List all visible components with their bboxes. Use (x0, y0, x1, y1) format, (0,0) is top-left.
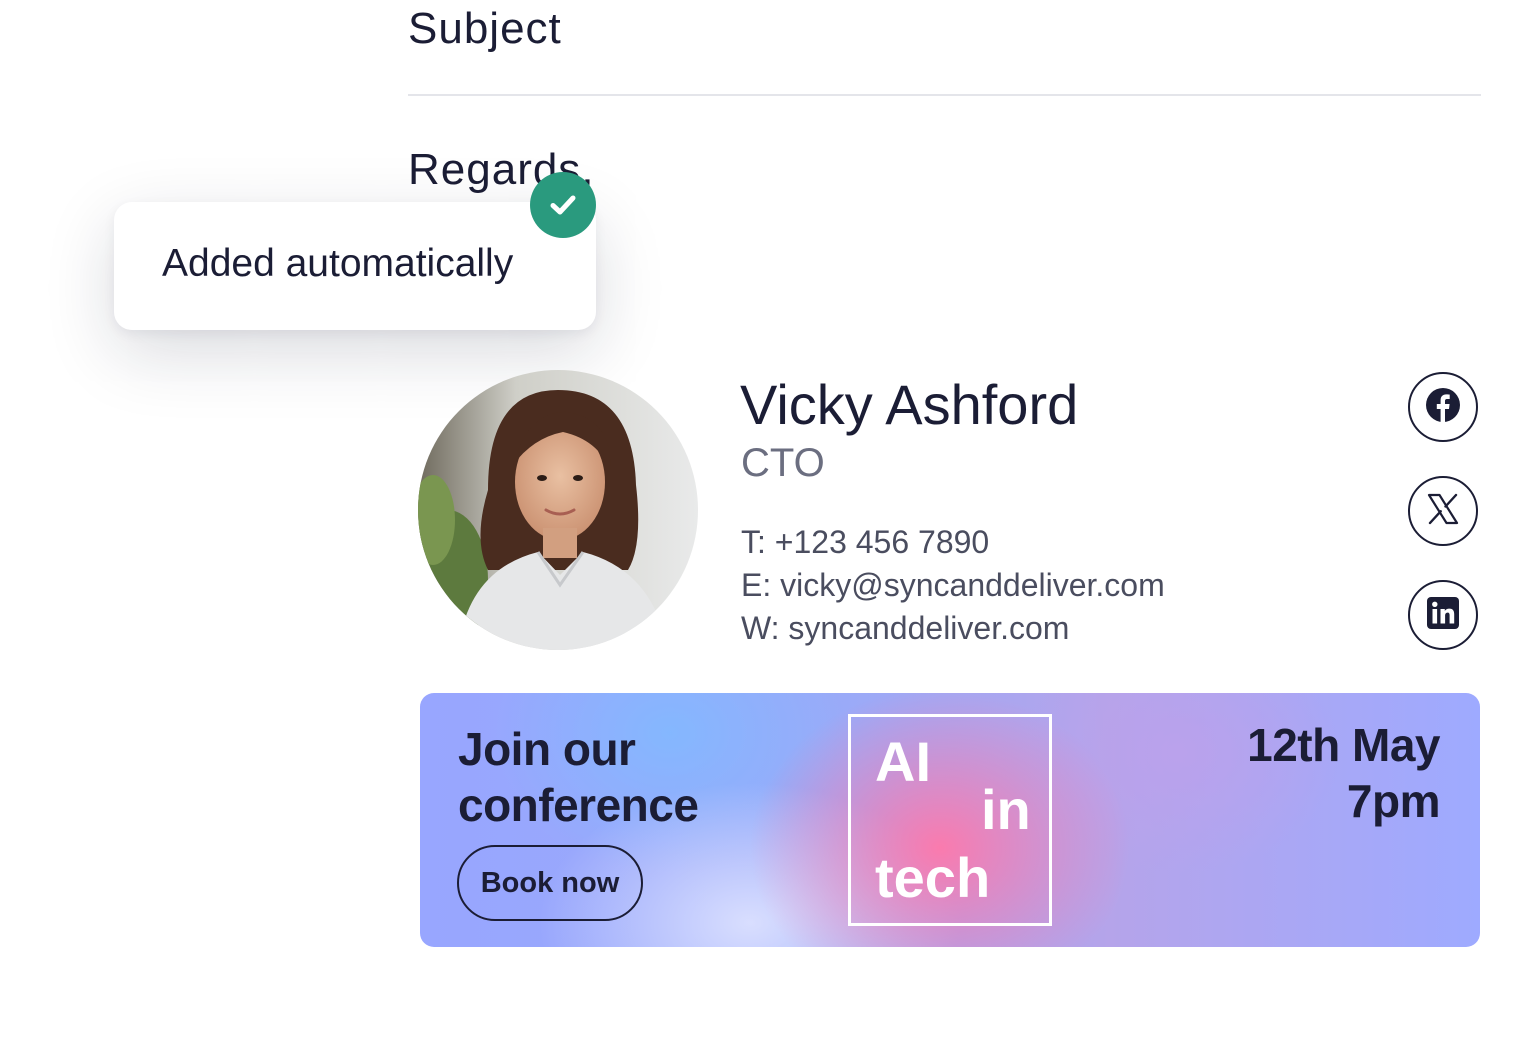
linkedin-icon (1426, 596, 1460, 635)
signature-phone: T: +123 456 7890 (741, 524, 990, 560)
linkedin-button[interactable] (1408, 580, 1478, 650)
signature-website[interactable]: W: syncanddeliver.com (741, 610, 1069, 647)
ai-in-tech-logo: AI in tech (848, 714, 1052, 926)
banner-headline-line2: conference (458, 779, 699, 831)
signature-email[interactable]: E: vicky@syncanddeliver.com (741, 567, 1165, 604)
event-date: 12th May (1247, 719, 1440, 771)
facebook-icon (1425, 387, 1461, 428)
x-twitter-button[interactable] (1408, 476, 1478, 546)
subject-field[interactable]: Subject (408, 4, 562, 54)
signature-name: Vicky Ashford (740, 373, 1079, 436)
event-date-time: 12th May 7pm (1247, 717, 1440, 829)
book-now-button[interactable]: Book now (457, 845, 643, 921)
logo-word-tech: tech (875, 846, 991, 909)
banner-headline-line1: Join our (458, 723, 636, 775)
signature-role: CTO (741, 441, 825, 485)
email-compose-page: Subject Regards, Added automatically Vic… (0, 0, 1520, 1060)
facebook-button[interactable] (1408, 372, 1478, 442)
logo-word-in: in (981, 778, 1031, 841)
logo-word-ai: AI (875, 730, 931, 793)
profile-photo (418, 370, 698, 650)
check-icon (530, 172, 596, 238)
conference-banner[interactable]: Join our conference Book now AI in tech … (420, 693, 1480, 947)
added-automatically-toast: Added automatically (114, 202, 596, 330)
event-time: 7pm (1346, 775, 1441, 827)
toast-message: Added automatically (162, 242, 514, 285)
subject-divider (408, 94, 1481, 96)
x-twitter-icon (1425, 491, 1461, 532)
banner-headline: Join our conference (458, 721, 699, 833)
